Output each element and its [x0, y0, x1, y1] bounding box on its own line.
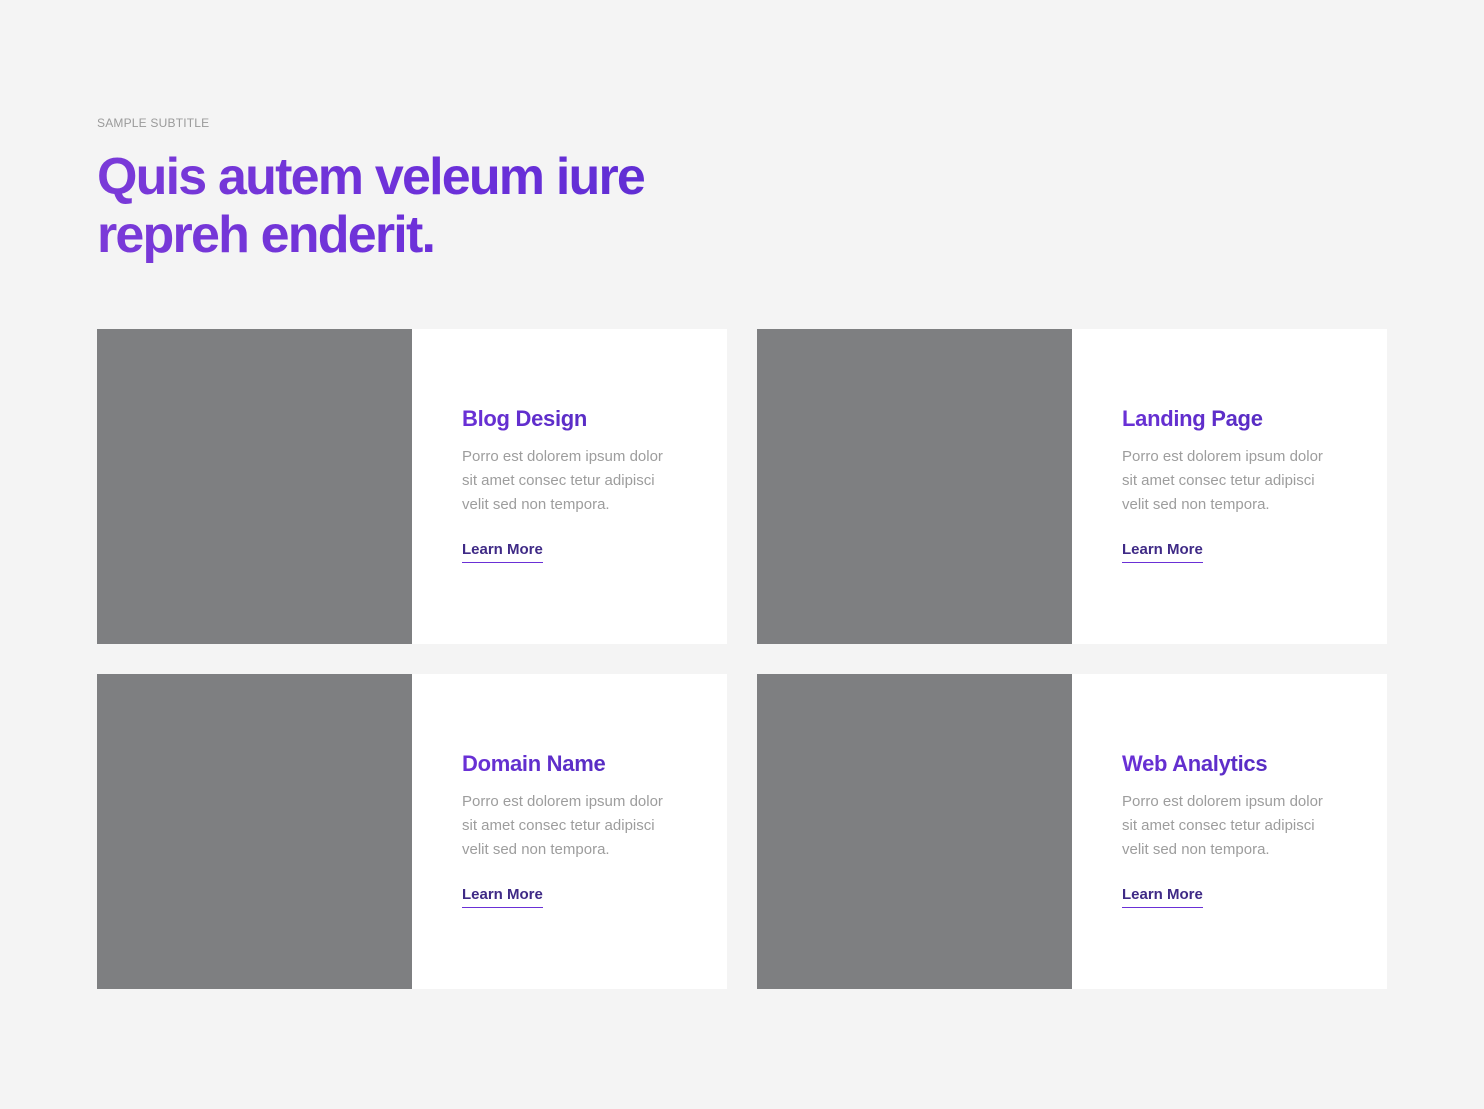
- card-body: Domain Name Porro est dolorem ipsum dolo…: [412, 674, 727, 989]
- section-title: Quis autem veleum iure repreh enderit.: [97, 148, 737, 264]
- learn-more-link[interactable]: Learn More: [1122, 541, 1203, 563]
- card-image-placeholder: [97, 674, 412, 989]
- card-description: Porro est dolorem ipsum dolor sit amet c…: [462, 448, 663, 513]
- card-title: Domain Name: [462, 750, 687, 778]
- card-grid: Blog Design Porro est dolorem ipsum dolo…: [97, 329, 1387, 989]
- service-card-landing-page: Landing Page Porro est dolorem ipsum dol…: [757, 329, 1387, 644]
- service-card-domain-name: Domain Name Porro est dolorem ipsum dolo…: [97, 674, 727, 989]
- card-body: Blog Design Porro est dolorem ipsum dolo…: [412, 329, 727, 644]
- learn-more-link[interactable]: Learn More: [1122, 886, 1203, 908]
- card-image-placeholder: [757, 329, 1072, 644]
- learn-more-link[interactable]: Learn More: [462, 541, 543, 563]
- card-title: Web Analytics: [1122, 750, 1347, 778]
- card-title: Blog Design: [462, 405, 687, 433]
- service-card-blog-design: Blog Design Porro est dolorem ipsum dolo…: [97, 329, 727, 644]
- card-description: Porro est dolorem ipsum dolor sit amet c…: [462, 793, 663, 858]
- card-description: Porro est dolorem ipsum dolor sit amet c…: [1122, 793, 1323, 858]
- card-title: Landing Page: [1122, 405, 1347, 433]
- learn-more-link[interactable]: Learn More: [462, 886, 543, 908]
- card-body: Web Analytics Porro est dolorem ipsum do…: [1072, 674, 1387, 989]
- card-image-placeholder: [97, 329, 412, 644]
- section-subtitle: SAMPLE SUBTITLE: [97, 116, 210, 130]
- card-body: Landing Page Porro est dolorem ipsum dol…: [1072, 329, 1387, 644]
- card-image-placeholder: [757, 674, 1072, 989]
- service-card-web-analytics: Web Analytics Porro est dolorem ipsum do…: [757, 674, 1387, 989]
- card-description: Porro est dolorem ipsum dolor sit amet c…: [1122, 448, 1323, 513]
